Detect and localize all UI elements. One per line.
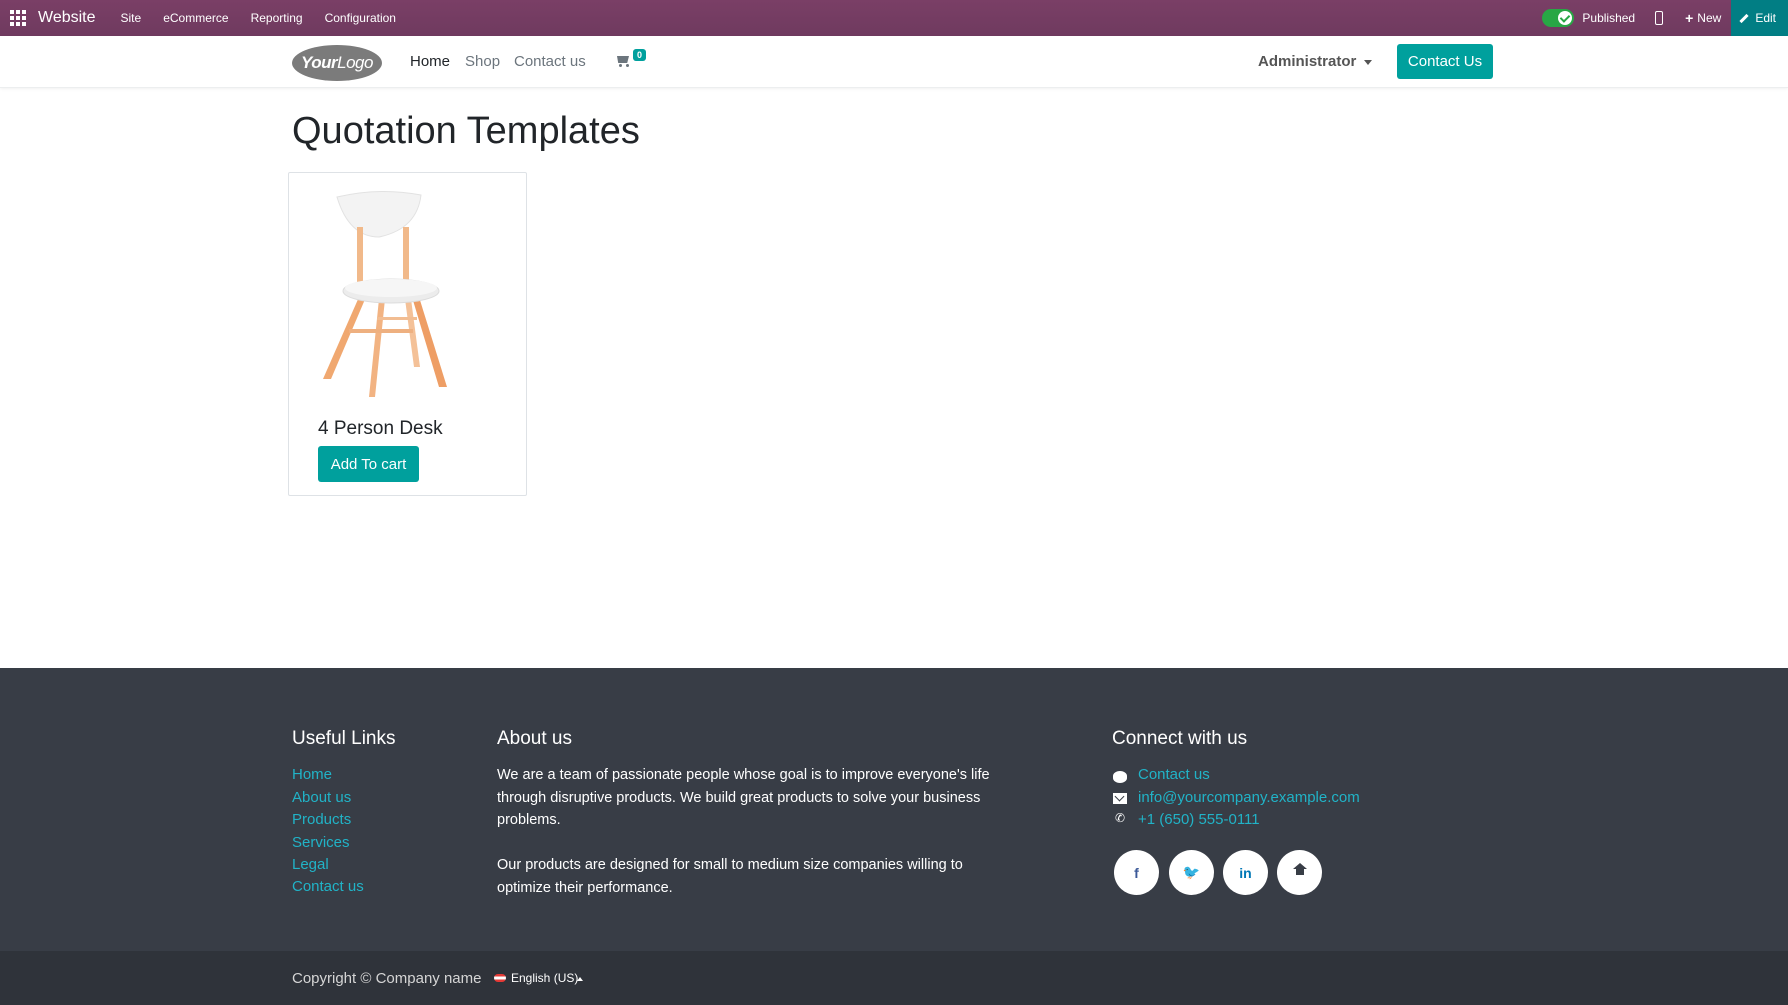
- linkedin-icon: in: [1239, 864, 1252, 881]
- caret-down-icon: [1364, 59, 1373, 65]
- chair-image[interactable]: [319, 189, 469, 399]
- useful-links-title: Useful Links: [292, 728, 396, 749]
- apps-grid-icon[interactable]: [10, 10, 26, 26]
- copyright-bar: Copyright © Company name English (US): [0, 951, 1788, 1005]
- language-selector[interactable]: English (US): [511, 971, 578, 985]
- footer-link-legal[interactable]: Legal: [292, 856, 329, 873]
- about-paragraph-2: Our products are designed for small to m…: [497, 857, 963, 896]
- published-toggle[interactable]: [1542, 9, 1575, 27]
- menu-ecommerce[interactable]: eCommerce: [163, 11, 228, 25]
- product-name[interactable]: 4 Person Desk: [318, 418, 443, 440]
- check-icon: [1558, 11, 1573, 25]
- menu-configuration[interactable]: Configuration: [325, 11, 396, 25]
- caret-up-icon[interactable]: [577, 977, 583, 981]
- menu-site[interactable]: Site: [121, 11, 142, 25]
- add-to-cart-button[interactable]: Add To cart: [318, 446, 419, 482]
- admin-navbar: Website Site eCommerce Reporting Configu…: [0, 0, 1788, 36]
- new-button[interactable]: New: [1697, 11, 1721, 25]
- phone-icon: ✆: [1115, 811, 1126, 825]
- mobile-preview-icon[interactable]: [1655, 11, 1664, 25]
- home-button[interactable]: [1277, 850, 1322, 895]
- company-logo[interactable]: Your Logo: [292, 45, 382, 81]
- published-label[interactable]: Published: [1582, 11, 1635, 25]
- user-menu-dropdown[interactable]: Administrator: [1258, 53, 1373, 70]
- app-brand[interactable]: Website: [38, 9, 96, 27]
- footer-contact-link[interactable]: Contact us: [1138, 766, 1210, 783]
- cart-count-badge[interactable]: 0: [633, 49, 647, 61]
- user-menu-label: Administrator: [1258, 53, 1357, 70]
- plus-icon[interactable]: +: [1685, 10, 1693, 26]
- logo-text-thin: Logo: [337, 53, 373, 72]
- site-footer: Useful Links Home About us Products Serv…: [0, 668, 1788, 951]
- shopping-cart-icon[interactable]: [615, 54, 629, 67]
- product-card[interactable]: 4 Person Desk Add To cart: [288, 172, 527, 496]
- footer-phone-link[interactable]: +1 (650) 555-0111: [1138, 811, 1260, 828]
- about-paragraph-1: We are a team of passionate people whose…: [497, 767, 990, 828]
- footer-link-contact-us[interactable]: Contact us: [292, 878, 364, 895]
- facebook-icon: f: [1134, 864, 1139, 881]
- envelope-icon: [1113, 793, 1127, 804]
- twitter-icon: 🐦: [1182, 864, 1201, 880]
- home-icon: [1292, 862, 1307, 878]
- edit-button[interactable]: Edit: [1731, 0, 1788, 36]
- nav-home[interactable]: Home: [410, 53, 450, 70]
- linkedin-button[interactable]: in: [1223, 850, 1268, 895]
- logo-text-bold: Your: [301, 53, 338, 72]
- page-title: Quotation Templates: [292, 110, 640, 152]
- site-header: Your Logo Home Shop Contact us 0 Administ…: [0, 36, 1788, 88]
- menu-reporting[interactable]: Reporting: [251, 11, 303, 25]
- nav-contact-us[interactable]: Contact us: [514, 53, 586, 70]
- contact-us-button[interactable]: Contact Us: [1397, 44, 1493, 79]
- footer-link-about-us[interactable]: About us: [292, 789, 351, 806]
- about-us-title: About us: [497, 728, 572, 749]
- us-flag-icon[interactable]: [494, 974, 506, 982]
- footer-link-services[interactable]: Services: [292, 834, 350, 851]
- footer-email-link[interactable]: info@yourcompany.example.com: [1138, 789, 1360, 806]
- twitter-button[interactable]: 🐦: [1169, 850, 1214, 895]
- footer-link-home[interactable]: Home: [292, 766, 332, 783]
- pencil-icon: [1739, 13, 1749, 23]
- comment-icon: [1113, 771, 1127, 783]
- connect-title: Connect with us: [1112, 728, 1248, 749]
- copyright-text: Copyright © Company name: [292, 970, 482, 987]
- edit-label: Edit: [1755, 11, 1776, 25]
- facebook-button[interactable]: f: [1114, 850, 1159, 895]
- nav-shop[interactable]: Shop: [465, 53, 500, 70]
- footer-link-products[interactable]: Products: [292, 811, 351, 828]
